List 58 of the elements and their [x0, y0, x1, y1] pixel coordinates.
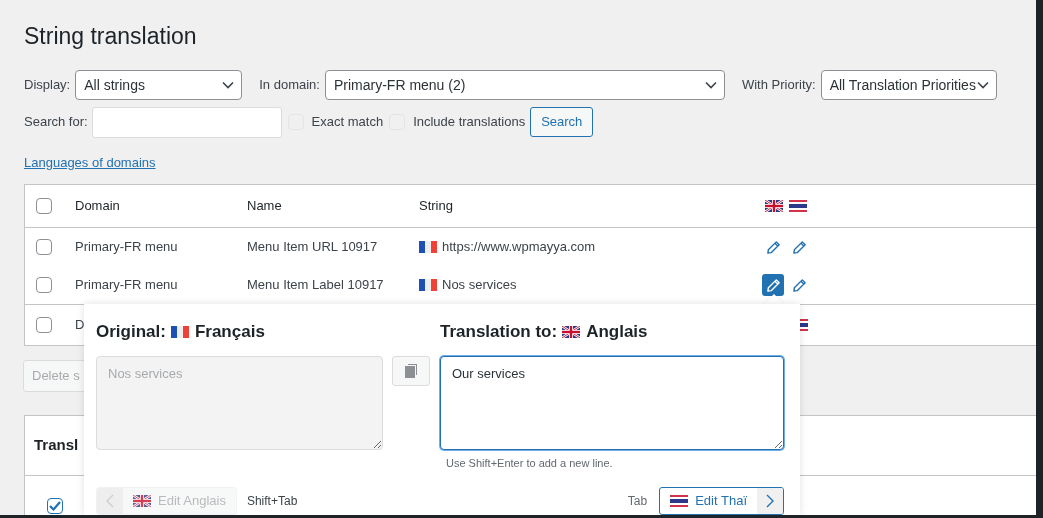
languages-link[interactable]: Languages of domains [24, 155, 156, 170]
chevron-down-icon [976, 81, 989, 89]
checkbox-label: Include translations [413, 113, 526, 132]
hint-text: Use Shift+Enter to add a new line. [446, 456, 614, 471]
edit-translation-button[interactable] [762, 274, 784, 296]
checkbox-label: Exact match [311, 113, 384, 132]
editor-label: Original: [96, 321, 166, 344]
filter-label: Display: [24, 76, 71, 95]
panel-title: Transl [34, 435, 79, 456]
table-cell: Menu Item URL 10917 [247, 239, 378, 255]
chevron-right-icon [766, 493, 774, 508]
flag-icon [419, 241, 437, 253]
copy-button[interactable] [392, 356, 430, 386]
dropdown[interactable]: Primary-FR menu (2) [324, 70, 725, 100]
checkbox[interactable] [36, 198, 52, 214]
chevron-left-icon [106, 493, 114, 508]
language-name: Français [194, 321, 265, 344]
shortcut-text: Shift+Tab [246, 492, 298, 510]
language-name: Anglais [586, 321, 648, 344]
filter-label: In domain: [259, 76, 320, 95]
pencil-icon [791, 239, 807, 255]
copy-icon [405, 364, 417, 378]
dropdown[interactable]: All strings [75, 70, 243, 100]
flag-icon [170, 326, 189, 338]
column-header: Name [247, 198, 282, 214]
translation-field[interactable]: Our services [440, 356, 784, 450]
flag-icon [670, 494, 689, 507]
checkbox[interactable] [36, 239, 52, 255]
table-cell: Primary-FR menu [75, 277, 178, 293]
flag-icon [419, 279, 437, 291]
table-cell-text: Nos services [442, 276, 517, 295]
next-button[interactable]: Edit Thaï [659, 486, 784, 515]
column-header: Domain [75, 198, 120, 214]
shortcut-text: Tab [627, 492, 648, 510]
checkbox[interactable] [36, 317, 52, 333]
flag-icon [789, 200, 807, 212]
flag-icon [133, 494, 151, 507]
flag-icon [765, 200, 783, 212]
flag-icon [562, 326, 581, 338]
chevron-down-icon [704, 81, 717, 89]
table-cell: Primary-FR menu [75, 239, 178, 255]
table-cell: D [75, 317, 85, 333]
table-cell: Menu Item Label 10917 [247, 277, 384, 293]
pencil-icon [765, 239, 781, 255]
filter-label: With Priority: [741, 76, 816, 95]
page-title: String translation [24, 22, 198, 50]
search-field[interactable] [91, 106, 282, 138]
column-header: String [419, 198, 453, 214]
editor-label: Translation to: [440, 321, 558, 344]
checkbox[interactable] [47, 498, 63, 514]
chevron-down-icon [222, 81, 235, 89]
dropdown[interactable]: All Translation Priorities [820, 70, 997, 100]
pencil-icon [791, 277, 807, 293]
checkbox[interactable] [36, 277, 52, 293]
search-button[interactable]: Search [530, 107, 594, 137]
table-cell-text: https://www.wpmayya.com [442, 238, 596, 257]
search-label: Search for: [24, 113, 88, 132]
pencil-icon [765, 277, 781, 293]
